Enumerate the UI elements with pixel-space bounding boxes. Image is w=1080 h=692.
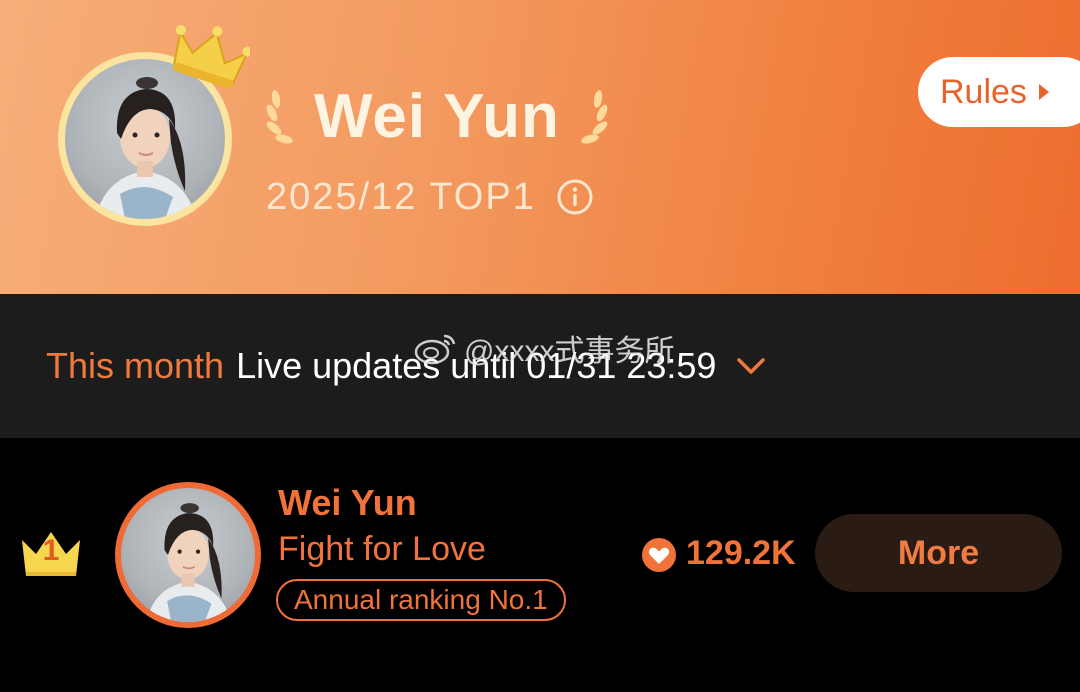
month-label: This month — [46, 345, 225, 386]
rules-button[interactable]: Rules — [918, 57, 1080, 127]
laurel-left-icon — [266, 90, 293, 144]
more-button-label: More — [897, 533, 980, 572]
hero-period: 2025/12 TOP1 — [266, 175, 536, 218]
ranking-row[interactable]: 1 Wei Yun Fight for Love Annual ranking … — [0, 438, 1080, 692]
rules-label: Rules — [940, 72, 1027, 111]
hero-name: Wei Yun — [314, 82, 560, 151]
watermark-text: @xxxx式事务所 — [464, 335, 675, 368]
row-avatar[interactable] — [115, 482, 261, 628]
chevron-down-icon[interactable] — [736, 356, 766, 376]
laurel-right-icon — [581, 90, 608, 144]
heart-icon — [642, 538, 676, 572]
row-show-title: Fight for Love — [278, 530, 486, 568]
hero-name-row: Wei Yun — [262, 80, 612, 154]
caret-right-icon — [1038, 84, 1049, 100]
row-name: Wei Yun — [278, 482, 417, 523]
more-button[interactable]: More — [815, 514, 1062, 592]
row-avatar-photo — [121, 488, 255, 622]
annual-ranking-tag: Annual ranking No.1 — [276, 579, 566, 621]
watermark: @xxxx式事务所 — [414, 326, 674, 370]
annual-ranking-tag-label: Annual ranking No.1 — [294, 584, 548, 615]
hero-period-row: 2025/12 TOP1 — [266, 172, 594, 222]
crown-icon — [172, 25, 250, 89]
hero-avatar-wrap — [58, 25, 250, 226]
hero-banner: Wei Yun 2025/12 TOP1 Rules — [0, 0, 1080, 294]
weibo-logo-icon — [414, 334, 456, 365]
info-icon[interactable] — [556, 178, 594, 216]
rank-number: 1 — [42, 534, 60, 567]
heart-count: 129.2K — [686, 534, 796, 572]
